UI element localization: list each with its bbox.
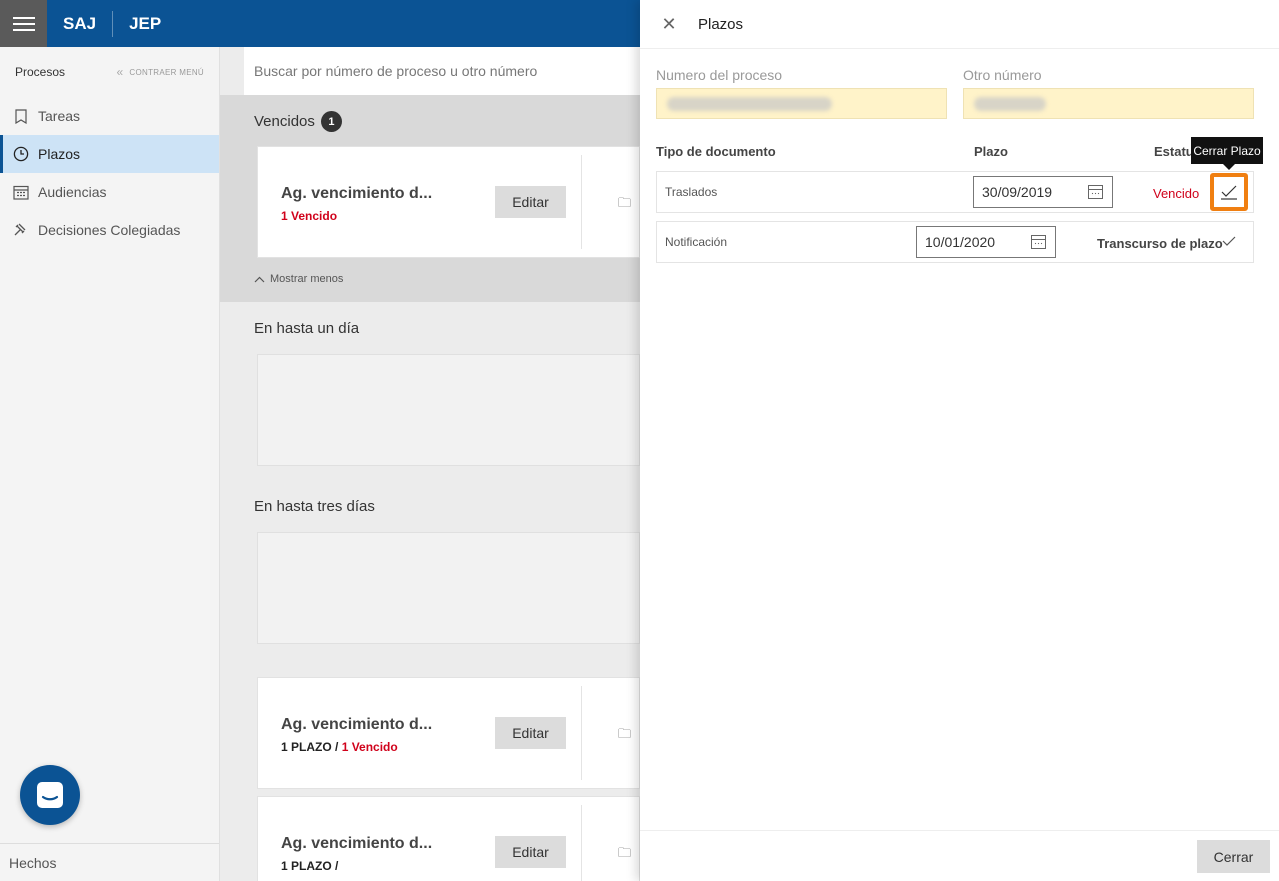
date-value: 10/01/2020 xyxy=(925,234,996,250)
card-title: Ag. vencimiento d... xyxy=(281,185,433,202)
redacted-value xyxy=(667,97,832,111)
sidebar-footer-hechos[interactable]: Hechos xyxy=(0,843,219,881)
collapse-menu-label: CONTRAER MENÚ xyxy=(129,67,204,77)
sidebar-item-plazos[interactable]: Plazos xyxy=(0,135,219,173)
close-icon[interactable]: ✕ xyxy=(640,14,698,35)
card-divider xyxy=(581,805,582,881)
sidebar-header: Procesos « CONTRAER MENÚ xyxy=(0,47,219,97)
sidebar-item-label: Audiencias xyxy=(38,184,107,200)
plazo-row: Traslados 30/09/2019 Vencido xyxy=(656,171,1254,213)
panel-header: ✕ Plazos xyxy=(640,0,1279,49)
otro-numero-label: Otro número xyxy=(963,67,1042,83)
date-value: 30/09/2019 xyxy=(982,184,1053,200)
section-vencidos: Vencidos 1 xyxy=(254,111,342,132)
gavel-icon xyxy=(13,222,29,238)
calendar-icon[interactable] xyxy=(1031,235,1046,249)
chevron-up-icon xyxy=(254,276,265,282)
checkmark-icon xyxy=(1221,185,1237,200)
calendar-icon[interactable] xyxy=(1088,185,1103,199)
plazo-card[interactable]: Ag. vencimiento d... 1 PLAZO / 1 Vencido… xyxy=(257,677,640,789)
card-subtitle: 1 PLAZO / 1 Vencido xyxy=(281,740,398,754)
date-field[interactable]: 30/09/2019 xyxy=(973,176,1113,208)
checkmark-icon[interactable] xyxy=(1222,236,1236,247)
count-badge: 1 xyxy=(320,111,342,132)
otro-numero-field[interactable] xyxy=(963,88,1254,119)
card-status: 1 Vencido xyxy=(281,209,338,223)
panel-title: Plazos xyxy=(698,15,744,33)
card-plazo-count: 1 PLAZO / xyxy=(281,859,339,873)
sidebar-item-label: Plazos xyxy=(38,146,81,162)
calendar-icon xyxy=(13,184,29,200)
cerrar-button[interactable]: Cerrar xyxy=(1197,840,1270,873)
date-field[interactable]: 10/01/2020 xyxy=(916,226,1056,258)
section-hasta-tres-dias: En hasta tres días xyxy=(254,498,375,515)
sidebar-item-audiencias[interactable]: Audiencias xyxy=(0,173,219,211)
numero-proceso-label: Numero del proceso xyxy=(656,67,783,83)
sidebar: Procesos « CONTRAER MENÚ Tareas Plazos A… xyxy=(0,47,220,881)
panel-footer: Cerrar xyxy=(640,830,1279,881)
status-vencido: Vencido xyxy=(1153,186,1200,201)
chat-launcher-button[interactable] xyxy=(20,765,80,825)
edit-button[interactable]: Editar xyxy=(495,836,566,868)
sidebar-title: Procesos xyxy=(15,65,66,79)
close-plazo-button[interactable] xyxy=(1210,173,1248,211)
collapse-menu-button[interactable]: « CONTRAER MENÚ xyxy=(116,65,204,79)
show-less-link[interactable]: Mostrar menos xyxy=(254,273,343,285)
empty-card xyxy=(257,354,640,466)
double-chevron-left-icon: « xyxy=(116,65,124,79)
show-less-label: Mostrar menos xyxy=(270,273,344,285)
card-status: 1 Vencido xyxy=(341,740,398,754)
redacted-value xyxy=(974,97,1046,111)
card-plazo-count: 1 PLAZO / xyxy=(281,740,342,754)
section-hasta-un-dia: En hasta un día xyxy=(254,320,360,337)
empty-card xyxy=(257,532,640,644)
hamburger-menu-icon[interactable] xyxy=(0,0,47,47)
plazo-card[interactable]: Ag. vencimiento d... 1 Vencido Editar 🗀 xyxy=(257,146,640,258)
sidebar-item-label: Tareas xyxy=(38,108,81,124)
col-plazo: Plazo xyxy=(974,144,1008,159)
bookmark-icon xyxy=(13,108,29,124)
tooltip-cerrar-plazo: Cerrar Plazo xyxy=(1191,137,1263,170)
sidebar-item-tareas[interactable]: Tareas xyxy=(0,97,219,135)
brand-saj[interactable]: SAJ xyxy=(47,14,112,34)
chat-icon xyxy=(37,782,63,808)
status-transcurso: Transcurso de plazo xyxy=(1097,236,1223,251)
search-input[interactable]: Buscar por número de proceso u otro núme… xyxy=(244,47,640,95)
card-title: Ag. vencimiento d... xyxy=(281,716,433,733)
folder-icon[interactable]: 🗀 xyxy=(618,725,631,747)
folder-icon[interactable]: 🗀 xyxy=(618,194,631,216)
top-bar: SAJ JEP xyxy=(0,0,640,47)
brand-jep[interactable]: JEP xyxy=(113,14,177,34)
card-divider xyxy=(581,155,582,249)
clock-icon xyxy=(13,146,29,162)
folder-icon[interactable]: 🗀 xyxy=(618,844,631,866)
numero-proceso-field[interactable] xyxy=(656,88,947,119)
section-vencidos-label: Vencidos xyxy=(254,113,315,130)
edit-button[interactable]: Editar xyxy=(495,717,566,749)
edit-button[interactable]: Editar xyxy=(495,186,566,218)
row-doc-type: Traslados xyxy=(665,185,718,199)
plazo-row: Notificación 10/01/2020 Transcurso de pl… xyxy=(656,221,1254,263)
plazo-card[interactable]: Ag. vencimiento d... 1 PLAZO / Editar 🗀 xyxy=(257,796,640,881)
row-doc-type: Notificación xyxy=(665,235,728,249)
col-estatus: Estatu xyxy=(1154,144,1194,159)
col-tipo-documento: Tipo de documento xyxy=(656,144,776,159)
sidebar-item-label: Decisiones Colegiadas xyxy=(38,222,181,238)
plazos-panel: ✕ Plazos Numero del proceso Otro número … xyxy=(640,0,1279,881)
card-title: Ag. vencimiento d... xyxy=(281,835,433,852)
sidebar-item-decisiones-colegiadas[interactable]: Decisiones Colegiadas xyxy=(0,211,219,249)
card-divider xyxy=(581,686,582,780)
